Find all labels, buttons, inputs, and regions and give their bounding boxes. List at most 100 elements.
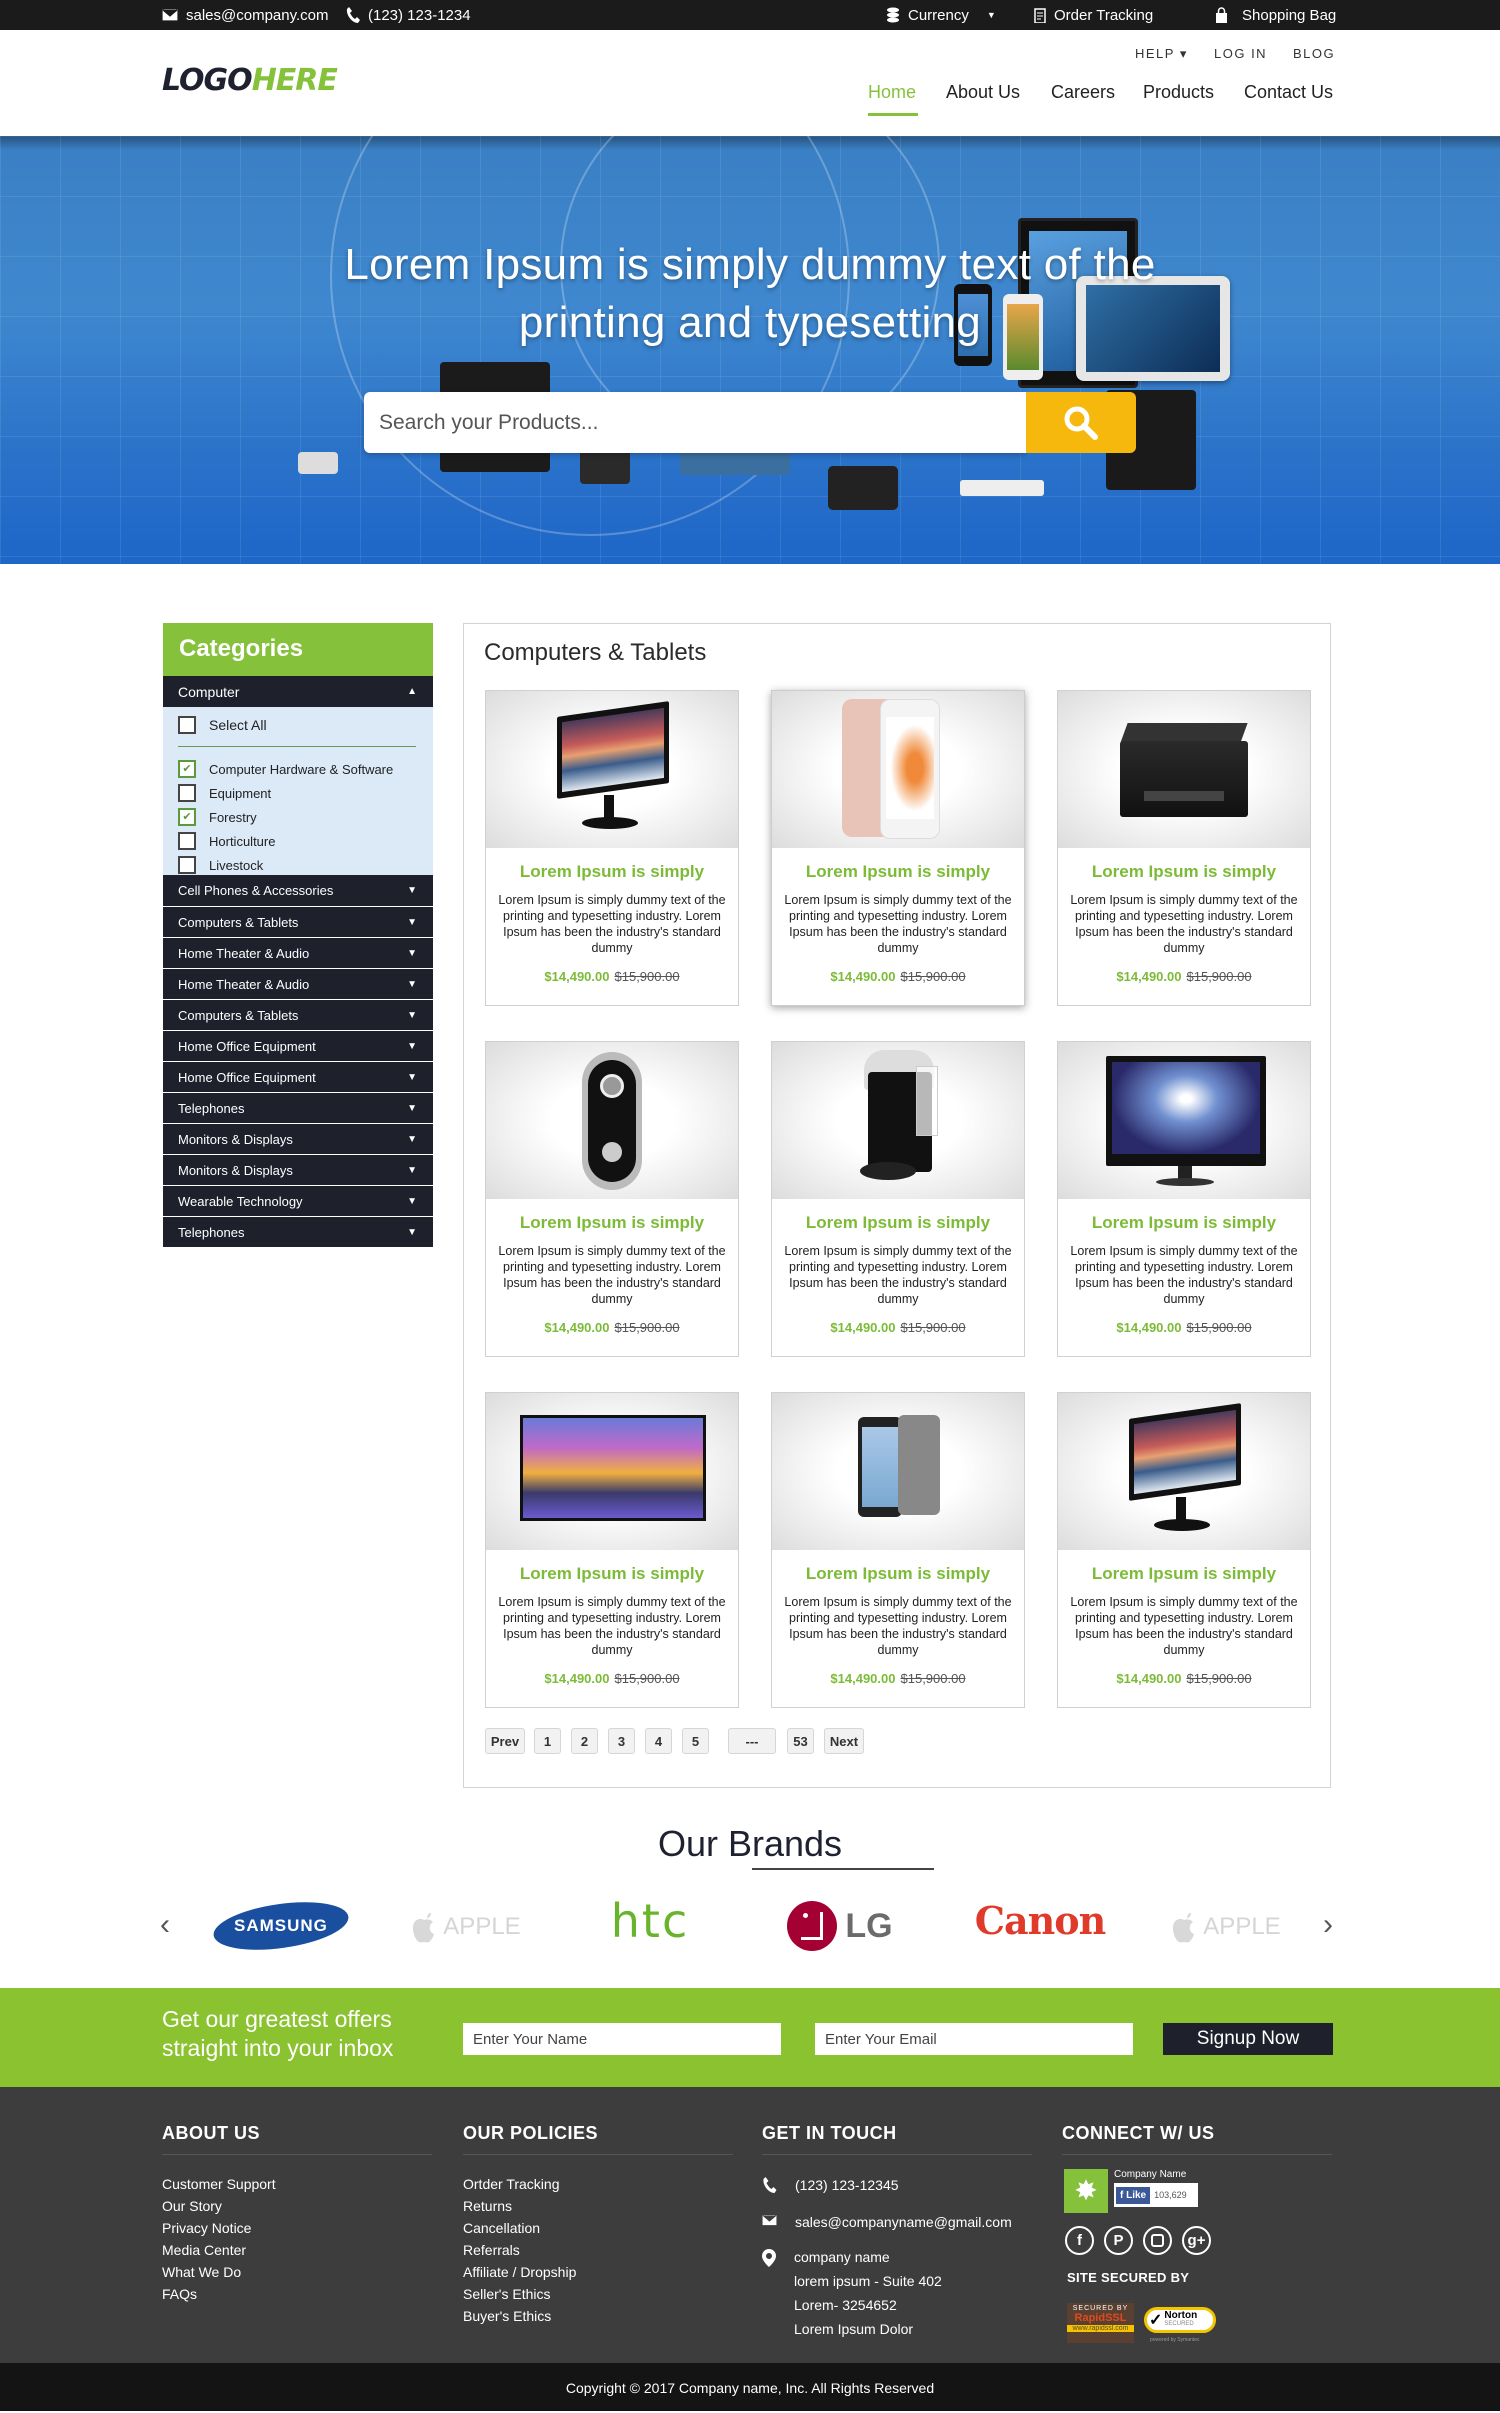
page-button[interactable]: 3: [608, 1728, 635, 1754]
footer-link[interactable]: Referrals: [463, 2239, 733, 2261]
product-title[interactable]: Lorem Ipsum is simply: [772, 1564, 1024, 1584]
currency-dropdown[interactable]: Currency ▼: [886, 0, 996, 30]
login-link[interactable]: LOG IN: [1214, 46, 1267, 61]
page-button[interactable]: 4: [645, 1728, 672, 1754]
page-button[interactable]: 2: [571, 1728, 598, 1754]
topbar-email[interactable]: sales@company.com: [162, 0, 329, 30]
sidebar-category-item[interactable]: Home Theater & Audio ▼: [163, 968, 433, 999]
help-link[interactable]: HELP ▾: [1135, 46, 1188, 62]
product-image-doorbell-camera[interactable]: [486, 1042, 738, 1199]
nav-contact-us[interactable]: Contact Us: [1244, 82, 1333, 103]
filter-option[interactable]: ✔ Forestry: [178, 808, 257, 826]
product-title[interactable]: Lorem Ipsum is simply: [486, 1564, 738, 1584]
footer-link[interactable]: Seller's Ethics: [463, 2283, 733, 2305]
footer-link[interactable]: Our Story: [162, 2195, 432, 2217]
footer-link[interactable]: FAQs: [162, 2283, 432, 2305]
footer-link[interactable]: Cancellation: [463, 2217, 733, 2239]
google-plus-icon[interactable]: g+: [1182, 2226, 1211, 2255]
facebook-like-widget[interactable]: f Like 103,629: [1114, 2183, 1198, 2207]
product-title[interactable]: Lorem Ipsum is simply: [1058, 862, 1310, 882]
product-card[interactable]: Lorem Ipsum is simply Lorem Ipsum is simp…: [1057, 1041, 1311, 1357]
product-image-monitor[interactable]: [486, 691, 738, 848]
filter-option[interactable]: Horticulture: [178, 832, 275, 850]
product-title[interactable]: Lorem Ipsum is simply: [1058, 1213, 1310, 1233]
product-card[interactable]: Lorem Ipsum is simply Lorem Ipsum is simp…: [1057, 1392, 1311, 1708]
category-computer-toggle[interactable]: Computer ▲: [163, 676, 433, 707]
footer-link[interactable]: Media Center: [162, 2239, 432, 2261]
nav-about-us[interactable]: About Us: [946, 82, 1020, 103]
prev-page-button[interactable]: Prev: [485, 1728, 525, 1754]
footer-email[interactable]: sales@companyname@gmail.com: [762, 2214, 1012, 2230]
footer-link[interactable]: Returns: [463, 2195, 733, 2217]
brands-prev-arrow[interactable]: ‹: [160, 1908, 170, 1942]
filter-option[interactable]: Livestock: [178, 856, 263, 874]
product-title[interactable]: Lorem Ipsum is simply: [772, 862, 1024, 882]
brand-htc[interactable]: htc: [590, 1894, 710, 1948]
product-image-smartphone[interactable]: [772, 691, 1024, 848]
checkbox[interactable]: [178, 832, 196, 850]
footer-link[interactable]: Privacy Notice: [162, 2217, 432, 2239]
product-title[interactable]: Lorem Ipsum is simply: [486, 862, 738, 882]
nav-careers[interactable]: Careers: [1051, 82, 1115, 103]
sidebar-category-item[interactable]: Telephones ▼: [163, 1216, 433, 1247]
product-title[interactable]: Lorem Ipsum is simply: [1058, 1564, 1310, 1584]
product-image-tablet[interactable]: [772, 1393, 1024, 1550]
brand-samsung[interactable]: SAMSUNG: [210, 1894, 352, 1958]
facebook-icon[interactable]: f: [1065, 2226, 1094, 2255]
sidebar-category-item[interactable]: Cell Phones & Accessories ▼: [163, 875, 433, 906]
blog-link[interactable]: BLOG: [1293, 46, 1335, 61]
filter-option[interactable]: ✔ Computer Hardware & Software: [178, 760, 393, 778]
brand-apple[interactable]: APPLE: [400, 1902, 530, 1952]
checkbox[interactable]: [178, 856, 196, 874]
logo[interactable]: LOGOHERE: [162, 66, 338, 96]
nav-home[interactable]: Home: [868, 82, 916, 103]
instagram-icon[interactable]: [1143, 2226, 1172, 2255]
topbar-phone[interactable]: (123) 123-1234: [346, 0, 471, 30]
norton-badge[interactable]: ✓ Norton SECURED: [1144, 2307, 1216, 2333]
checkbox-checked[interactable]: ✔: [178, 808, 196, 826]
search-input[interactable]: [364, 392, 1026, 453]
product-card[interactable]: Lorem Ipsum is simply Lorem Ipsum is simp…: [1057, 690, 1311, 1006]
newsletter-email-input[interactable]: [815, 2023, 1133, 2055]
product-image-asus-monitor[interactable]: [1058, 1042, 1310, 1199]
product-title[interactable]: Lorem Ipsum is simply: [486, 1213, 738, 1233]
product-image-monitor[interactable]: [1058, 1393, 1310, 1550]
rapidssl-badge[interactable]: SECURED BY RapidSSL www.rapidssl.com: [1067, 2303, 1134, 2343]
checkbox-checked[interactable]: ✔: [178, 760, 196, 778]
filter-option[interactable]: Equipment: [178, 784, 271, 802]
sidebar-category-item[interactable]: Home Office Equipment ▼: [163, 1061, 433, 1092]
footer-link[interactable]: What We Do: [162, 2261, 432, 2283]
signup-button[interactable]: Signup Now: [1163, 2023, 1333, 2055]
footer-link[interactable]: Affiliate / Dropship: [463, 2261, 733, 2283]
sidebar-category-item[interactable]: Telephones ▼: [163, 1092, 433, 1123]
page-button[interactable]: 53: [787, 1728, 814, 1754]
sidebar-category-item[interactable]: Monitors & Displays ▼: [163, 1154, 433, 1185]
sidebar-category-item[interactable]: Monitors & Displays ▼: [163, 1123, 433, 1154]
footer-link[interactable]: Customer Support: [162, 2173, 432, 2195]
sidebar-category-item[interactable]: Home Office Equipment ▼: [163, 1030, 433, 1061]
sidebar-category-item[interactable]: Computers & Tablets ▼: [163, 906, 433, 937]
product-card[interactable]: Lorem Ipsum is simply Lorem Ipsum is simp…: [485, 1041, 739, 1357]
product-title[interactable]: Lorem Ipsum is simply: [772, 1213, 1024, 1233]
search-button[interactable]: [1026, 392, 1136, 453]
product-card[interactable]: Lorem Ipsum is simply Lorem Ipsum is simp…: [771, 690, 1025, 1006]
product-image-printer[interactable]: [1058, 691, 1310, 848]
product-card[interactable]: Lorem Ipsum is simply Lorem Ipsum is simp…: [771, 1041, 1025, 1357]
product-card[interactable]: Lorem Ipsum is simply Lorem Ipsum is simp…: [485, 1392, 739, 1708]
shopping-bag-link[interactable]: Shopping Bag: [1215, 0, 1336, 30]
checkbox[interactable]: [178, 716, 196, 734]
newsletter-name-input[interactable]: [463, 2023, 781, 2055]
sidebar-category-item[interactable]: Wearable Technology ▼: [163, 1185, 433, 1216]
brand-apple[interactable]: APPLE: [1160, 1902, 1290, 1952]
footer-link[interactable]: Buyer's Ethics: [463, 2305, 733, 2327]
product-image-tv[interactable]: [486, 1393, 738, 1550]
pinterest-icon[interactable]: P: [1104, 2226, 1133, 2255]
footer-link[interactable]: Ortder Tracking: [463, 2173, 733, 2195]
order-tracking-link[interactable]: Order Tracking: [1034, 0, 1153, 30]
facebook-like-button[interactable]: f Like: [1116, 2186, 1151, 2204]
checkbox[interactable]: [178, 784, 196, 802]
product-image-coffee-maker[interactable]: [772, 1042, 1024, 1199]
page-button[interactable]: 1: [534, 1728, 561, 1754]
page-button[interactable]: 5: [682, 1728, 709, 1754]
sidebar-category-item[interactable]: Computers & Tablets ▼: [163, 999, 433, 1030]
